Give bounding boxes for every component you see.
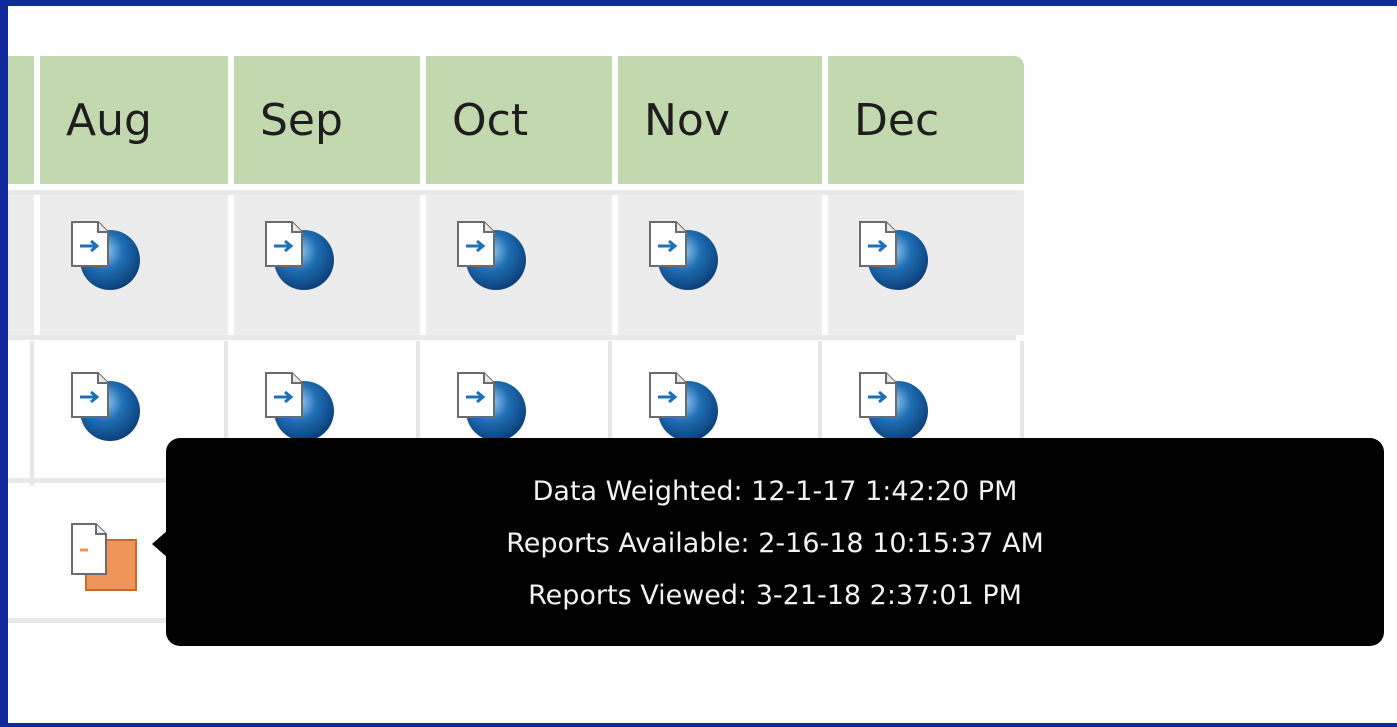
- header-nov: Nov: [618, 56, 822, 184]
- header-aug: Aug: [40, 56, 228, 184]
- report-available-icon[interactable]: [66, 216, 142, 292]
- table-cell-r1-sep: [234, 190, 420, 335]
- report-available-icon[interactable]: [260, 367, 336, 443]
- report-available-icon[interactable]: [644, 216, 720, 292]
- header-dec: Dec: [828, 56, 1024, 184]
- report-available-icon[interactable]: [66, 367, 142, 443]
- table-cell-r1-oct: [426, 190, 612, 335]
- row-divider: [8, 335, 1016, 340]
- row-1-prev-cell: [8, 190, 34, 335]
- header-oct: Oct: [426, 56, 612, 184]
- row-2-prev-cell: [8, 341, 34, 486]
- tooltip-reports-viewed: Reports Viewed: 3-21-18 2:37:01 PM: [528, 580, 1022, 611]
- header-sep: Sep: [234, 56, 420, 184]
- table-cell-r1-aug: [40, 190, 228, 335]
- tooltip-reports-available: Reports Available: 2-16-18 10:15:37 AM: [506, 528, 1044, 559]
- report-available-icon[interactable]: [854, 216, 930, 292]
- report-available-icon[interactable]: [452, 367, 528, 443]
- header-cell-previous: [8, 56, 34, 184]
- table-cell-r1-dec: [828, 190, 1024, 335]
- report-available-icon[interactable]: [452, 216, 528, 292]
- tooltip-data-weighted: Data Weighted: 12-1-17 1:42:20 PM: [532, 476, 1018, 507]
- row-divider: [8, 190, 1016, 195]
- row-3-prev-cell: [8, 492, 34, 627]
- table-cell-r1-nov: [618, 190, 822, 335]
- row-divider: [8, 618, 168, 623]
- report-available-icon[interactable]: [854, 367, 930, 443]
- report-available-icon[interactable]: [260, 216, 336, 292]
- status-tooltip: Data Weighted: 12-1-17 1:42:20 PM Report…: [166, 438, 1384, 646]
- report-available-icon[interactable]: [644, 367, 720, 443]
- report-pending-icon[interactable]: [66, 520, 146, 600]
